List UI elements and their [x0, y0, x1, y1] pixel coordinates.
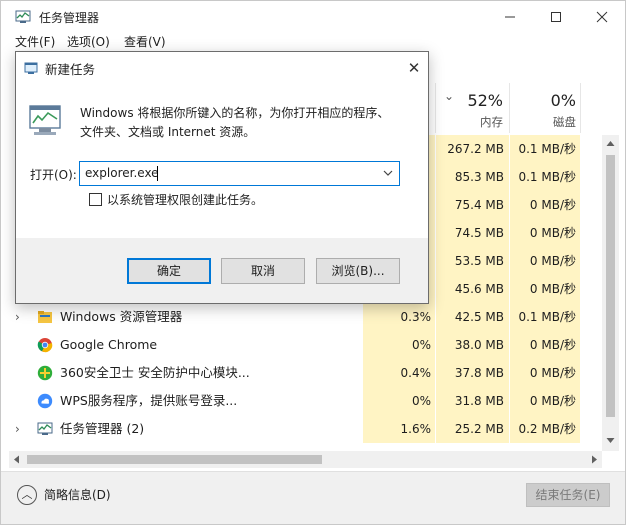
cpu-cell: 0.3% [400, 310, 432, 324]
folder-icon [38, 311, 52, 323]
disk-label: 磁盘 [553, 115, 576, 129]
open-input[interactable]: explorer.exe [85, 162, 159, 185]
menu-bar: 文件(F) 选项(O) 查看(V) [1, 33, 625, 51]
disk-cell: 0 MB/秒 [529, 338, 576, 352]
memory-cell: 25.2 MB [454, 422, 504, 436]
end-task-button[interactable]: 结束任务(E) [526, 483, 610, 507]
table-row[interactable]: 360安全卫士 安全防护中心模块... 0.4% 37.8 MB 0 MB/秒 [1, 359, 601, 387]
process-name: Google Chrome [60, 337, 158, 352]
window-title: 任务管理器 [39, 11, 100, 25]
table-row[interactable]: › 任务管理器 (2) 1.6% 25.2 MB 0.2 MB/秒 [1, 415, 601, 443]
minimize-icon [505, 16, 515, 18]
expand-chevron-icon[interactable]: › [15, 311, 27, 323]
admin-checkbox[interactable] [89, 193, 102, 206]
close-icon [596, 11, 608, 23]
disk-cell: 0 MB/秒 [529, 366, 576, 380]
cpu-cell: 1.6% [400, 422, 432, 436]
memory-cell: 31.8 MB [454, 394, 504, 408]
scroll-down-icon[interactable] [606, 437, 615, 444]
memory-cell: 85.3 MB [454, 170, 504, 184]
open-combobox[interactable]: explorer.exe [79, 161, 400, 186]
cancel-button[interactable]: 取消 [221, 258, 305, 284]
vertical-scrollbar[interactable] [602, 135, 619, 451]
task-manager-icon [15, 10, 31, 23]
memory-cell: 42.5 MB [454, 310, 504, 324]
memory-cell: 74.5 MB [454, 226, 504, 240]
task-manager-icon [37, 422, 53, 435]
table-row[interactable]: Google Chrome 0% 38.0 MB 0 MB/秒 [1, 331, 601, 359]
disk-cell: 0.2 MB/秒 [518, 422, 576, 436]
memory-cell: 37.8 MB [454, 366, 504, 380]
close-button[interactable] [579, 1, 625, 33]
description-line: 文件夹、文档或 Internet 资源。 [80, 125, 256, 139]
menu-options[interactable]: 选项(O) [67, 33, 110, 50]
expand-chevron-icon[interactable]: › [15, 423, 27, 435]
run-program-icon [29, 105, 61, 135]
360-icon [37, 365, 53, 381]
disk-cell: 0 MB/秒 [529, 254, 576, 268]
menu-file[interactable]: 文件(F) [15, 33, 55, 50]
footer-bar: ︿ 简略信息(D) 结束任务(E) [1, 471, 625, 524]
memory-cell: 267.2 MB [447, 142, 504, 156]
table-row[interactable]: › Windows 资源管理器 0.3% 42.5 MB 0.1 MB/秒 [1, 303, 601, 331]
maximize-button[interactable] [533, 1, 579, 33]
memory-column-header[interactable]: 52% 内存 [436, 83, 509, 133]
process-name: 360安全卫士 安全防护中心模块... [60, 365, 250, 380]
process-name: 任务管理器 (2) [60, 421, 145, 436]
scroll-right-icon[interactable] [591, 455, 598, 464]
disk-column-header[interactable]: 0% 磁盘 [510, 83, 580, 133]
minimize-button[interactable] [487, 1, 533, 33]
disk-cell: 0.1 MB/秒 [518, 170, 576, 184]
disk-cell: 0 MB/秒 [529, 282, 576, 296]
scroll-left-icon[interactable] [13, 455, 20, 464]
memory-cell: 53.5 MB [454, 254, 504, 268]
memory-cell: 75.4 MB [454, 198, 504, 212]
dialog-title: 新建任务 [45, 62, 96, 77]
menu-view[interactable]: 查看(V) [124, 33, 166, 50]
disk-cell: 0 MB/秒 [529, 394, 576, 408]
memory-cell: 45.6 MB [454, 282, 504, 296]
browse-button[interactable]: 浏览(B)... [316, 258, 400, 284]
table-row[interactable]: WPS服务程序，提供账号登录... 0% 31.8 MB 0 MB/秒 [1, 387, 601, 415]
run-new-task-dialog: 新建任务 ✕ Windows 将根据你所键入的名称，为你打开相应的程序、 文件夹… [15, 51, 429, 304]
disk-cell: 0.1 MB/秒 [518, 310, 576, 324]
open-label: 打开(O): [30, 168, 77, 182]
memory-percent: 52% [467, 91, 503, 110]
cpu-cell: 0% [411, 338, 431, 352]
scroll-up-icon[interactable] [606, 140, 615, 147]
scroll-thumb[interactable] [27, 455, 322, 464]
cpu-cell: 0% [411, 394, 431, 408]
chrome-icon [37, 338, 53, 353]
dialog-close-icon[interactable]: ✕ [404, 58, 424, 78]
fewer-details-link[interactable]: 简略信息(D) [44, 486, 111, 503]
memory-cell: 38.0 MB [454, 338, 504, 352]
cpu-cell: 0.4% [400, 366, 432, 380]
dialog-description: Windows 将根据你所键入的名称，为你打开相应的程序、 文件夹、文档或 In… [80, 104, 410, 142]
disk-cell: 0.1 MB/秒 [518, 142, 576, 156]
memory-label: 内存 [480, 115, 503, 129]
wps-cloud-icon [37, 393, 53, 409]
description-line: Windows 将根据你所键入的名称，为你打开相应的程序、 [80, 106, 390, 120]
dialog-button-bar: 确定 取消 浏览(B)... [16, 238, 428, 303]
maximize-icon [551, 12, 561, 22]
disk-percent: 0% [550, 91, 576, 110]
process-name: WPS服务程序，提供账号登录... [60, 393, 238, 408]
text-caret [157, 166, 158, 181]
scroll-thumb[interactable] [606, 155, 615, 417]
run-icon [24, 62, 38, 74]
admin-checkbox-label[interactable]: 以系统管理权限创建此任务。 [107, 191, 263, 208]
title-bar[interactable]: 任务管理器 [1, 1, 625, 33]
chevron-down-icon[interactable] [381, 165, 395, 181]
disk-cell: 0 MB/秒 [529, 226, 576, 240]
disk-cell: 0 MB/秒 [529, 198, 576, 212]
column-divider [580, 83, 581, 133]
ok-button[interactable]: 确定 [127, 258, 211, 284]
horizontal-scrollbar[interactable] [9, 451, 602, 468]
process-name: Windows 资源管理器 [60, 309, 183, 324]
collapse-chevron-icon[interactable]: ︿ [17, 485, 37, 505]
